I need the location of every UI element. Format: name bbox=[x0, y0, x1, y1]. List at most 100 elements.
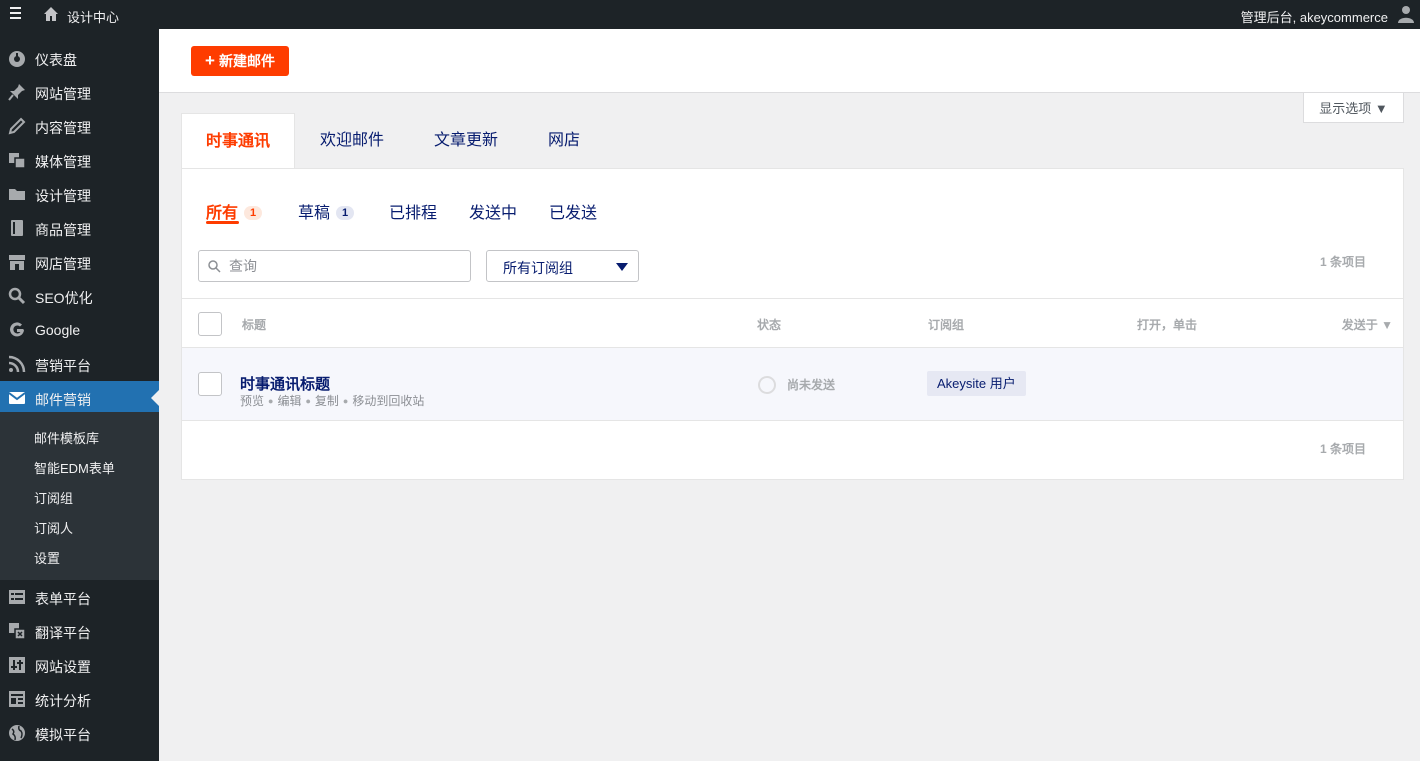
sidebar-item-label: 网站设置 bbox=[35, 659, 91, 675]
trash-link[interactable]: 移动到回收站 bbox=[352, 394, 424, 408]
rss-icon bbox=[8, 355, 26, 373]
sidebar-item-label: 模拟平台 bbox=[35, 727, 91, 743]
user-avatar-icon[interactable] bbox=[1398, 5, 1414, 23]
column-header-sent-on[interactable]: 发送于 ▼ bbox=[1342, 316, 1393, 333]
sidebar-item-marketing[interactable]: 营销平台 bbox=[0, 347, 159, 381]
pin-icon bbox=[8, 84, 25, 101]
duplicate-link[interactable]: 复制 bbox=[315, 394, 339, 408]
submenu-item-lists[interactable]: 订阅组 bbox=[34, 488, 73, 507]
newsletter-title-link[interactable]: 时事通讯标题 bbox=[240, 373, 330, 394]
plus-icon: + bbox=[205, 51, 215, 70]
dashboard-icon bbox=[9, 51, 25, 67]
submenu-item-templates[interactable]: 邮件模板库 bbox=[34, 428, 99, 447]
tab-post-notifications[interactable]: 文章更新 bbox=[418, 113, 514, 169]
column-header-opens-clicks: 打开，单击 bbox=[1137, 318, 1198, 332]
sidebar-item-label: 网站管理 bbox=[35, 86, 91, 102]
sidebar-item-label: 内容管理 bbox=[35, 120, 91, 136]
submenu-item-edm-forms[interactable]: 智能EDM表单 bbox=[34, 458, 115, 477]
list-filter-select[interactable]: 所有订阅组 bbox=[486, 250, 639, 282]
submenu-item-settings[interactable]: 设置 bbox=[34, 548, 60, 567]
submenu-item-subscribers[interactable]: 订阅人 bbox=[34, 518, 73, 537]
sidebar-item-label: 设计管理 bbox=[35, 188, 91, 204]
sidebar-item-site-management[interactable]: 网站管理 bbox=[0, 75, 159, 109]
sidebar-item-content[interactable]: 内容管理 bbox=[0, 109, 159, 143]
count-badge: 1 bbox=[244, 206, 263, 220]
media-icon bbox=[9, 153, 26, 169]
pencil-icon bbox=[8, 117, 26, 135]
search-input[interactable] bbox=[229, 256, 459, 276]
book-icon bbox=[11, 220, 23, 236]
sidebar-item-label: 营销平台 bbox=[35, 358, 91, 374]
sidebar-item-label: 翻译平台 bbox=[35, 625, 91, 641]
account-link[interactable]: 管理后台, akeycommerce bbox=[1241, 7, 1388, 26]
sidebar-item-label: 网店管理 bbox=[35, 256, 91, 272]
sidebar-item-products[interactable]: 商品管理 bbox=[0, 211, 159, 245]
column-header-lists: 订阅组 bbox=[928, 318, 965, 332]
admin-bar: 设计中心 管理后台, akeycommerce bbox=[0, 0, 1420, 29]
sidebar-item-design[interactable]: 设计管理 bbox=[0, 177, 159, 211]
settings-icon bbox=[9, 657, 25, 673]
filter-tab-scheduled[interactable]: 已排程 bbox=[389, 199, 437, 223]
table-row: 时事通讯标题 预览 ● 编辑 ● 复制 ● 移动到回收站 尚未发送 Akeysite 用户 bbox=[182, 348, 1403, 421]
table-header: 标题 状态 订阅组 打开，单击 发送于 ▼ bbox=[182, 298, 1403, 348]
edit-link[interactable]: 编辑 bbox=[277, 394, 301, 408]
sidebar-item-translate[interactable]: 翻译平台 bbox=[0, 614, 159, 648]
translate-icon bbox=[9, 623, 26, 640]
sidebar-item-label: 商品管理 bbox=[35, 222, 91, 238]
home-icon[interactable] bbox=[43, 6, 59, 22]
sidebar-item-google[interactable]: Google bbox=[0, 313, 159, 347]
analytics-icon bbox=[9, 691, 25, 707]
search-box bbox=[198, 250, 471, 282]
sidebar-item-analytics[interactable]: 统计分析 bbox=[0, 682, 159, 716]
google-icon bbox=[10, 322, 24, 337]
tab-newsletters[interactable]: 时事通讯 bbox=[181, 113, 295, 169]
column-header-title[interactable]: 标题 bbox=[242, 316, 266, 333]
store-icon bbox=[9, 255, 25, 270]
site-name-link[interactable]: 设计中心 bbox=[67, 7, 119, 26]
sidebar-item-label: 媒体管理 bbox=[35, 154, 91, 170]
sidebar: 仪表盘 网站管理 内容管理 媒体管理 设计管理 商品管理 网店管理 SEO优化 … bbox=[0, 29, 159, 761]
filter-tab-all[interactable]: 所有 1 bbox=[206, 199, 263, 223]
status-circle-icon bbox=[758, 376, 776, 394]
sidebar-item-label: SEO优化 bbox=[35, 290, 93, 306]
sidebar-item-dashboard[interactable]: 仪表盘 bbox=[0, 41, 159, 75]
filter-tab-sending[interactable]: 发送中 bbox=[469, 199, 517, 223]
filter-tab-drafts[interactable]: 草稿 1 bbox=[298, 199, 355, 223]
sidebar-item-label: 邮件营销 bbox=[35, 392, 91, 408]
items-count-top: 1 条项目 bbox=[1319, 255, 1366, 269]
form-icon bbox=[9, 590, 25, 604]
filter-tab-sent[interactable]: 已发送 bbox=[549, 199, 597, 223]
sidebar-item-forms[interactable]: 表单平台 bbox=[0, 580, 159, 614]
count-badge: 1 bbox=[336, 206, 355, 220]
page-header: + 新建邮件 bbox=[159, 29, 1420, 93]
search-icon bbox=[208, 260, 221, 273]
sidebar-item-store[interactable]: 网店管理 bbox=[0, 245, 159, 279]
sidebar-item-label: 表单平台 bbox=[35, 591, 91, 607]
items-count-bottom: 1 条项目 bbox=[1319, 442, 1366, 456]
globe-icon bbox=[9, 725, 25, 741]
tab-store[interactable]: 网店 bbox=[532, 113, 596, 169]
sidebar-item-label: Google bbox=[35, 322, 81, 338]
sidebar-item-seo[interactable]: SEO优化 bbox=[0, 279, 159, 313]
mail-icon bbox=[8, 392, 26, 404]
new-email-button[interactable]: + 新建邮件 bbox=[191, 46, 289, 76]
caret-down-icon bbox=[616, 263, 628, 271]
screen-options-button[interactable]: 显示选项 ▼ bbox=[1303, 93, 1404, 123]
column-header-status: 状态 bbox=[757, 318, 782, 332]
preview-link[interactable]: 预览 bbox=[240, 394, 264, 408]
row-checkbox[interactable] bbox=[198, 372, 222, 396]
sidebar-item-simulation[interactable]: 模拟平台 bbox=[0, 716, 159, 750]
search-icon bbox=[8, 287, 26, 305]
sidebar-item-media[interactable]: 媒体管理 bbox=[0, 143, 159, 177]
active-tab-indicator bbox=[206, 221, 239, 224]
row-actions: 预览 ● 编辑 ● 复制 ● 移动到回收站 bbox=[240, 394, 425, 408]
sidebar-item-email-marketing[interactable]: 邮件营销 bbox=[0, 381, 159, 415]
list-tag: Akeysite 用户 bbox=[927, 371, 1026, 396]
folder-icon bbox=[9, 189, 25, 200]
email-marketing-submenu: 邮件模板库 智能EDM表单 订阅组 订阅人 设置 bbox=[0, 412, 159, 580]
select-all-checkbox[interactable] bbox=[198, 312, 222, 336]
sidebar-item-site-settings[interactable]: 网站设置 bbox=[0, 648, 159, 682]
sidebar-item-label: 统计分析 bbox=[35, 693, 91, 709]
tab-welcome-emails[interactable]: 欢迎邮件 bbox=[304, 113, 400, 169]
menu-toggle-icon[interactable] bbox=[10, 7, 24, 21]
